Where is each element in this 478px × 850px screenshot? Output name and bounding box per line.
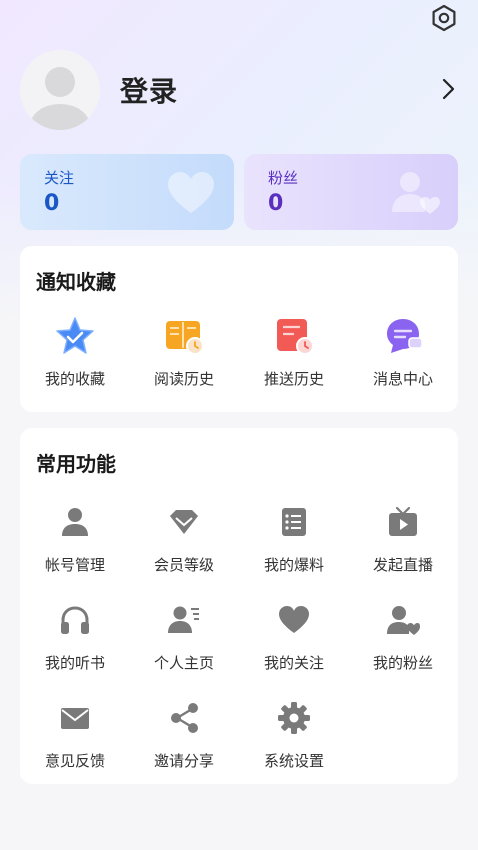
fans-stat-card[interactable]: 粉丝 0 — [244, 154, 458, 230]
feedback-label: 意见反馈 — [44, 752, 105, 770]
tv-play-icon — [383, 502, 423, 542]
my-favorites-label: 我的收藏 — [44, 370, 105, 388]
my-reports-label: 我的爆料 — [263, 556, 324, 574]
share-icon — [164, 698, 204, 738]
profile-card-icon — [164, 600, 204, 640]
diamond-icon — [164, 502, 204, 542]
feedback-item[interactable]: 意见反馈 — [20, 698, 130, 778]
gear-icon — [274, 698, 314, 738]
login-link[interactable]: 登录 — [120, 70, 178, 110]
open-book-clock-icon — [164, 316, 204, 356]
envelope-icon — [55, 698, 95, 738]
my-audiobooks-item[interactable]: 我的听书 — [20, 600, 130, 680]
push-history-label: 推送历史 — [263, 370, 324, 388]
chat-bubble-icon — [383, 316, 423, 356]
message-center-label: 消息中心 — [372, 370, 433, 388]
list-document-icon — [274, 502, 314, 542]
my-reports-item[interactable]: 我的爆料 — [239, 502, 349, 582]
document-clock-icon — [274, 316, 314, 356]
start-live-item[interactable]: 发起直播 — [348, 502, 458, 582]
invite-share-item[interactable]: 邀请分享 — [129, 698, 239, 778]
hexagon-gear-icon — [432, 4, 456, 32]
person-heart-deco-icon — [392, 172, 440, 214]
follow-label: 关注 — [44, 169, 75, 187]
notify-section-title: 通知收藏 — [36, 270, 116, 294]
membership-level-item[interactable]: 会员等级 — [129, 502, 239, 582]
my-audiobooks-label: 我的听书 — [44, 654, 105, 672]
profile-chevron-button[interactable] — [438, 76, 458, 102]
reading-history-label: 阅读历史 — [153, 370, 214, 388]
reading-history-item[interactable]: 阅读历史 — [129, 316, 239, 396]
my-follows-label: 我的关注 — [263, 654, 324, 672]
chevron-right-icon — [442, 78, 455, 100]
system-settings-label: 系统设置 — [263, 752, 324, 770]
star-check-icon — [55, 316, 95, 356]
account-management-item[interactable]: 帐号管理 — [20, 502, 130, 582]
notify-section-card: 通知收藏 我的收藏 阅读历史 推送历史 消息中心 — [20, 246, 458, 412]
settings-button[interactable] — [428, 2, 460, 34]
default-avatar-icon — [30, 67, 90, 130]
headphones-icon — [55, 600, 95, 640]
system-settings-item[interactable]: 系统设置 — [239, 698, 349, 778]
push-history-item[interactable]: 推送历史 — [239, 316, 349, 396]
follow-stat-card[interactable]: 关注 0 — [20, 154, 234, 230]
heart-icon — [274, 600, 314, 640]
account-management-label: 帐号管理 — [44, 556, 105, 574]
fans-label: 粉丝 — [268, 169, 299, 187]
common-functions-card: 常用功能 帐号管理 会员等级 我的爆料 发起直播 我的听书 个人主页 我的关注 … — [20, 428, 458, 784]
personal-homepage-item[interactable]: 个人主页 — [129, 600, 239, 680]
my-follows-item[interactable]: 我的关注 — [239, 600, 349, 680]
invite-share-label: 邀请分享 — [153, 752, 214, 770]
person-icon — [55, 502, 95, 542]
my-fans-label: 我的粉丝 — [372, 654, 433, 672]
start-live-label: 发起直播 — [372, 556, 433, 574]
my-fans-item[interactable]: 我的粉丝 — [348, 600, 458, 680]
heart-deco-icon — [168, 172, 214, 213]
personal-homepage-label: 个人主页 — [153, 654, 214, 672]
person-heart-icon — [383, 600, 423, 640]
membership-level-label: 会员等级 — [153, 556, 214, 574]
avatar[interactable] — [20, 50, 100, 130]
common-functions-title: 常用功能 — [36, 452, 116, 476]
my-favorites-item[interactable]: 我的收藏 — [20, 316, 130, 396]
follow-count: 0 — [44, 191, 60, 216]
fans-count: 0 — [268, 191, 284, 216]
message-center-item[interactable]: 消息中心 — [348, 316, 458, 396]
